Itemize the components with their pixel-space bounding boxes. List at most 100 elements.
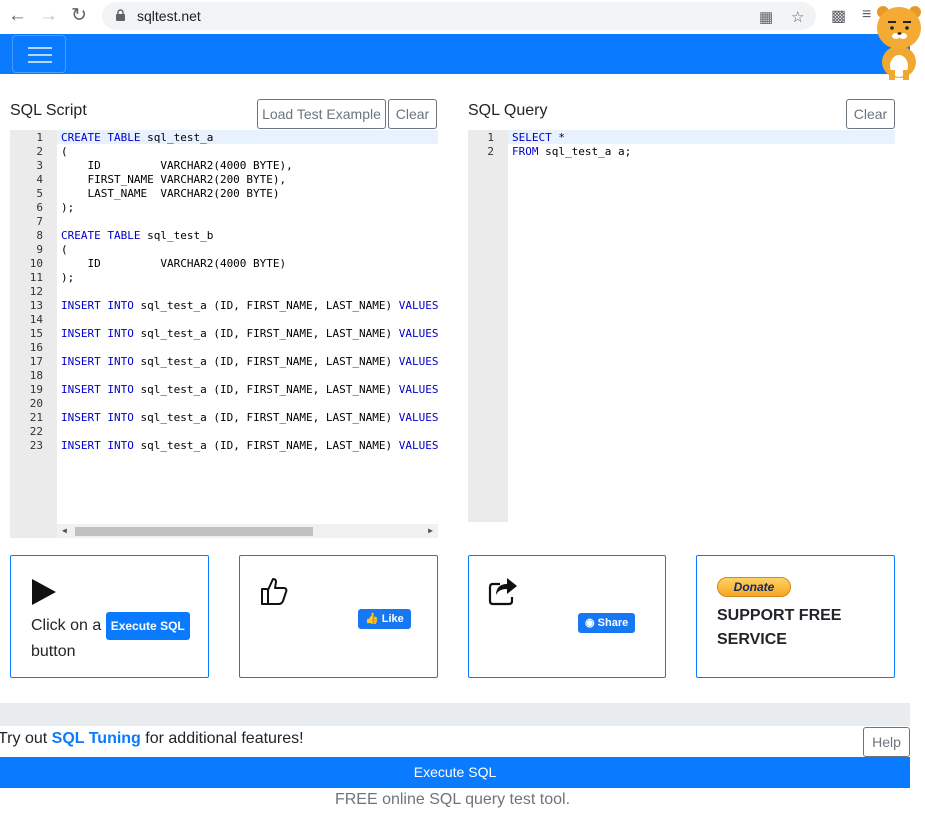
browser-toolbar: ← → ↻ sqltest.net ▦ ☆ ▩ ≡ bbox=[0, 0, 925, 34]
scroll-right-icon[interactable]: ▶ bbox=[428, 526, 433, 535]
code-text: INSERT INTO sql_test_a (ID, FIRST_NAME, … bbox=[61, 383, 438, 397]
sql-keyword: VALUES bbox=[398, 383, 438, 396]
sql-text: ID VARCHAR2(4000 BYTE) bbox=[61, 257, 287, 270]
execute-sql-badge: Execute SQL bbox=[105, 612, 190, 640]
code-line: 5 LAST_NAME VARCHAR2(200 BYTE) bbox=[10, 187, 438, 201]
code-text: ); bbox=[61, 201, 74, 215]
sql-text: sql_test_a (ID, FIRST_NAME, LAST_NAME) bbox=[133, 327, 399, 340]
code-text: CREATE TABLE sql_test_a bbox=[61, 131, 213, 145]
code-line: 7 bbox=[10, 215, 438, 229]
code-line: 16 bbox=[10, 341, 438, 355]
sql-text: sql_test_a (ID, FIRST_NAME, LAST_NAME) bbox=[133, 383, 399, 396]
code-line: 22 bbox=[10, 425, 438, 439]
line-number: 21 bbox=[29, 411, 43, 424]
sql-script-editor[interactable]: 1 CREATE TABLE sql_test_a 2(3 ID VARCHAR2(… bbox=[10, 130, 438, 538]
code-line: 11); bbox=[10, 271, 438, 285]
load-test-example-button[interactable]: Load Test Example bbox=[257, 99, 386, 129]
sql-keyword: CREATE TABLE bbox=[61, 229, 141, 242]
code-text: ( bbox=[61, 243, 68, 257]
sql-keyword: SELECT bbox=[512, 131, 552, 144]
code-text: INSERT INTO sql_test_a (ID, FIRST_NAME, … bbox=[61, 355, 438, 369]
sql-keyword: VALUES bbox=[398, 411, 438, 424]
code-text: SELECT * bbox=[512, 131, 565, 145]
sql-text: sql_test_a a; bbox=[538, 145, 632, 158]
sql-keyword: FROM bbox=[512, 145, 539, 158]
sql-text: ( bbox=[61, 145, 68, 158]
line-number: 11 bbox=[29, 271, 43, 284]
sql-text: FIRST_NAME VARCHAR2(200 BYTE), bbox=[61, 173, 287, 186]
support-text: SUPPORT FREE SERVICE bbox=[717, 607, 842, 648]
line-number: 17 bbox=[29, 355, 43, 368]
code-line: 12 bbox=[10, 285, 438, 299]
line-number: 5 bbox=[36, 187, 43, 200]
clear-query-button[interactable]: Clear bbox=[846, 99, 895, 129]
horizontal-scrollbar[interactable]: ◀ ▶ bbox=[57, 524, 438, 538]
donate-button[interactable]: Donate bbox=[717, 577, 791, 597]
code-text: ); bbox=[61, 271, 74, 285]
reload-icon[interactable]: ↻ bbox=[71, 5, 87, 27]
line-number: 13 bbox=[29, 299, 43, 312]
sql-keyword: INSERT INTO bbox=[61, 299, 134, 312]
facebook-share-button[interactable]: ◉ Share bbox=[578, 613, 636, 633]
sql-text: ); bbox=[61, 201, 75, 214]
play-icon bbox=[32, 579, 56, 605]
sql-tuning-link[interactable]: SQL Tuning bbox=[52, 730, 141, 747]
execute-sql-button[interactable]: Execute SQL bbox=[0, 757, 910, 788]
scroll-left-icon[interactable]: ◀ bbox=[62, 526, 67, 535]
sql-text: sql_test_a (ID, FIRST_NAME, LAST_NAME) bbox=[133, 355, 399, 368]
share-arrow-icon bbox=[488, 578, 517, 606]
code-line: 4 FIRST_NAME VARCHAR2(200 BYTE), bbox=[10, 173, 438, 187]
code-text: ( bbox=[61, 145, 68, 159]
share-card: ◉ Share bbox=[468, 555, 666, 678]
code-line: 17 INSERT INTO sql_test_a (ID, FIRST_NAME… bbox=[10, 355, 438, 369]
sql-keyword: VALUES bbox=[398, 299, 438, 312]
line-number: 14 bbox=[29, 313, 43, 326]
address-bar[interactable]: sqltest.net ▦ ☆ bbox=[102, 2, 816, 30]
code-line: 1 CREATE TABLE sql_test_a bbox=[10, 131, 438, 145]
line-number: 6 bbox=[36, 201, 43, 214]
forward-arrow-icon[interactable]: → bbox=[39, 5, 58, 27]
execute-hint-card: Click on a Execute SQL button bbox=[10, 555, 209, 678]
media-queue-icon[interactable]: ≡ bbox=[862, 6, 871, 24]
help-button[interactable]: Help bbox=[863, 727, 910, 757]
sql-text: ID VARCHAR2(4000 BYTE), bbox=[61, 159, 293, 172]
code-line: 2( bbox=[10, 145, 438, 159]
line-number: 23 bbox=[29, 439, 43, 452]
thumbs-up-icon bbox=[261, 578, 288, 605]
sql-keyword: CREATE TABLE bbox=[61, 131, 141, 144]
line-number: 16 bbox=[29, 341, 43, 354]
code-text: LAST_NAME VARCHAR2(200 BYTE) bbox=[61, 187, 279, 201]
line-number: 2 bbox=[36, 145, 43, 158]
navbar bbox=[0, 34, 910, 74]
line-number: 10 bbox=[29, 257, 43, 270]
line-number: 1 bbox=[487, 131, 494, 144]
menu-toggle-button[interactable] bbox=[12, 35, 66, 73]
code-text: INSERT INTO sql_test_a (ID, FIRST_NAME, … bbox=[61, 299, 438, 313]
back-arrow-icon[interactable]: ← bbox=[8, 5, 27, 27]
sql-text: sql_test_a (ID, FIRST_NAME, LAST_NAME) bbox=[133, 411, 399, 424]
sql-text: ); bbox=[61, 271, 75, 284]
sql-text: sql_test_b bbox=[140, 229, 214, 242]
mascot-bear-image bbox=[877, 6, 921, 80]
sql-keyword: INSERT INTO bbox=[61, 355, 134, 368]
code-line: 8 CREATE TABLE sql_test_b bbox=[10, 229, 438, 243]
code-line: 21 INSERT INTO sql_test_a (ID, FIRST_NAME… bbox=[10, 411, 438, 425]
sql-query-editor[interactable]: 1 SELECT * 2 FROM sql_test_a a; bbox=[468, 130, 895, 522]
line-number: 18 bbox=[29, 369, 43, 382]
line-number: 3 bbox=[36, 159, 43, 172]
translate-icon[interactable]: ▦ bbox=[759, 8, 773, 26]
sql-keyword: VALUES bbox=[398, 439, 438, 452]
footer-tagline: FREE online SQL query test tool. bbox=[334, 791, 571, 808]
code-line: 20 bbox=[10, 397, 438, 411]
hint-text-after: button bbox=[31, 643, 76, 660]
star-icon[interactable]: ☆ bbox=[791, 8, 804, 26]
code-line: 14 bbox=[10, 313, 438, 327]
facebook-like-button[interactable]: 👍 Like bbox=[358, 609, 411, 629]
sql-keyword: INSERT INTO bbox=[61, 383, 134, 396]
puzzle-icon[interactable]: ▩ bbox=[831, 6, 846, 26]
line-number: 8 bbox=[36, 229, 43, 242]
clear-script-button[interactable]: Clear bbox=[388, 99, 437, 129]
code-line: 3 ID VARCHAR2(4000 BYTE), bbox=[10, 159, 438, 173]
scrollbar-thumb[interactable] bbox=[75, 527, 313, 536]
code-text: FIRST_NAME VARCHAR2(200 BYTE), bbox=[61, 173, 286, 187]
